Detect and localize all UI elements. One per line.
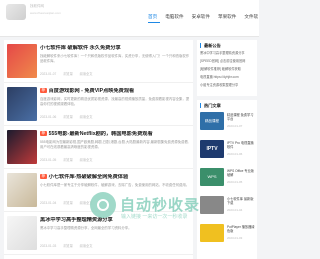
article-thumbnail[interactable] [7, 87, 37, 121]
article-views: 浏览量 [63, 115, 73, 119]
article-thumbnail[interactable] [7, 130, 37, 164]
notice-item[interactable]: 黑冰中学习高手整理精资源分享 [200, 51, 255, 56]
recommend-badge: 荐 [40, 174, 47, 180]
watermark-text: 自动秒收录 [120, 197, 201, 214]
recommend-badge: 荐 [40, 131, 47, 137]
hot-article-date: 2023-01-06 [227, 152, 243, 156]
article-item[interactable]: 小七软件库 破解软件 永久免费分享 找破解软件来小七软件库！一个只和低版权作品软… [4, 40, 193, 83]
read-more-link[interactable]: 阅读全文 [80, 244, 93, 248]
nav-android-software[interactable]: 安卓软件 [192, 14, 210, 20]
article-date: 2023-01-07 [40, 72, 57, 76]
article-date: 2023-01-04 [40, 201, 57, 205]
hot-article-thumbnail[interactable]: IPTV [200, 140, 224, 158]
article-thumbnail[interactable] [7, 216, 37, 250]
watermark-subtext: 输入链接 一来访一次一秒收录 [121, 214, 188, 220]
nav-apple-software[interactable]: 苹果软件 [218, 14, 236, 20]
notice-title: 最新公告 [200, 43, 221, 48]
hot-articles-box: 热门文章 精品课程 精品课程 免费学习平台 2023-01-07 IPTV IP… [197, 100, 257, 259]
notice-item[interactable]: [SPEED官网] 点击前往使用官网 [200, 59, 255, 64]
article-item[interactable]: 荐百度游戏影网 - 免费VIP点映免费观看 百度游戏影网，实时更新的精选优质影视… [4, 83, 193, 126]
hot-article-title[interactable]: 小七软件库 最新版下载 [227, 197, 256, 206]
read-more-link[interactable]: 阅读全文 [80, 115, 93, 119]
article-excerpt: 百度游戏影网，实时更新的精选优质影视资源，找最高的视频播放质量，免费观看影视内容… [40, 97, 190, 106]
hot-article-item[interactable]: IPTV IPTV Pro 电视直播软件 2023-01-06 [200, 140, 256, 162]
read-more-link[interactable]: 阅读全文 [80, 158, 93, 162]
article-thumbnail[interactable] [7, 173, 37, 207]
article-title[interactable]: 荐 555电影-最新Netflix剧的，韩国电影免费观看 [40, 131, 190, 137]
hot-article-title[interactable]: 精品课程 免费学习平台 [227, 113, 256, 122]
notice-item[interactable]: 电视直播 https://dyhjbr.com [200, 75, 255, 80]
article-date: 2023-01-05 [40, 158, 57, 162]
hot-article-date: 2023-01-04 [227, 208, 243, 212]
logo-text: 找软件网 [30, 4, 44, 8]
nav-active-indicator [148, 22, 160, 23]
article-title[interactable]: 荐小七软件库-热破破解全网免费体验 [40, 174, 190, 180]
hot-article-item[interactable]: PotPlayer 播放器绿色版 2023-01-03 [200, 224, 256, 246]
article-title[interactable]: 小七软件库 破解软件 永久免费分享 [40, 45, 190, 51]
hot-article-date: 2023-01-05 [227, 180, 243, 184]
article-list: 小七软件库 破解软件 永久免费分享 找破解软件来小七软件库！一个只和低版权作品软… [4, 40, 193, 259]
article-views: 浏览量 [63, 244, 73, 248]
article-meta: 2023-01-05 浏览量 阅读全文 [40, 157, 98, 162]
notice-item[interactable]: 小组专注资源收集整理分享 [200, 83, 255, 88]
article-views: 浏览量 [63, 158, 73, 162]
hot-article-thumbnail[interactable] [200, 224, 224, 242]
article-date: 2023-01-06 [40, 115, 57, 119]
article-meta: 2023-01-03 浏览量 阅读全文 [40, 243, 98, 248]
hot-article-date: 2023-01-07 [227, 124, 243, 128]
nav-pc-software[interactable]: 电脑软件 [165, 14, 183, 20]
hot-article-thumbnail[interactable]: WPS [200, 168, 224, 186]
hot-article-item[interactable]: 小七软件库 最新版下载 2023-01-04 [200, 196, 256, 218]
article-excerpt: 找破解软件来小七软件库！一个只和低版权作品软件库，实资分享，无使得入门！一个只和… [40, 54, 190, 63]
read-more-link[interactable]: 阅读全文 [80, 72, 93, 76]
watermark-ring-icon [97, 199, 109, 211]
article-views: 浏览量 [63, 201, 73, 205]
notice-box: 最新公告 黑冰中学习高手整理精资源分享 [SPEED官网] 点击前往使用官网 [… [197, 40, 257, 96]
article-title[interactable]: 荐百度游戏影网 - 免费VIP点映免费观看 [40, 88, 190, 94]
main-nav: 首页 电脑软件 安卓软件 苹果软件 文件软 [148, 14, 266, 20]
hot-article-item[interactable]: WPS WPS Office 专业版破解 2023-01-05 [200, 168, 256, 190]
article-date: 2023-01-03 [40, 244, 57, 248]
article-excerpt: 小七软件库是一家专注于分享破解软件，破解游戏，去除广告，免费使用的网站，不收费任… [40, 183, 190, 187]
nav-file-software[interactable]: 文件软 [244, 14, 258, 20]
top-navbar: 找软件网 www.zhaoruanjian.com 首页 电脑软件 安卓软件 苹… [0, 0, 259, 37]
article-meta: 2023-01-06 浏览量 阅读全文 [40, 114, 98, 119]
article-item[interactable]: 荐 555电影-最新Netflix剧的，韩国电影免费观看 555电影网为您最新影视… [4, 126, 193, 169]
article-thumbnail[interactable] [7, 44, 37, 78]
hot-article-date: 2023-01-03 [227, 236, 243, 240]
hot-article-title[interactable]: PotPlayer 播放器绿色版 [227, 225, 256, 234]
article-excerpt: 黑冰中学习高手整理精资源分享，全网最全的学习资料分享。 [40, 226, 132, 230]
hot-article-thumbnail[interactable]: 精品课程 [200, 112, 224, 130]
hot-article-title[interactable]: WPS Office 专业版破解 [227, 169, 256, 178]
recommend-badge: 荐 [40, 88, 47, 94]
article-excerpt: 555电影网为您最新影视,国产欧美剧,韩剧,日剧,港剧,台剧,大陆剧最新内容,最… [40, 140, 189, 149]
nav-home[interactable]: 首页 [148, 14, 157, 20]
logo-subtext: www.zhaoruanjian.com [30, 11, 61, 15]
hot-article-thumbnail[interactable] [200, 196, 224, 214]
hot-articles-title: 热门文章 [200, 103, 221, 108]
site-logo[interactable] [6, 4, 26, 20]
article-meta: 2023-01-07 浏览量 阅读全文 [40, 71, 98, 76]
hot-article-item[interactable]: 精品课程 精品课程 免费学习平台 2023-01-07 [200, 112, 256, 134]
notice-item[interactable]: [破解软件推荐] 破解软件获取 [200, 67, 255, 72]
hot-article-title[interactable]: IPTV Pro 电视直播软件 [227, 141, 256, 150]
article-views: 浏览量 [63, 72, 73, 76]
